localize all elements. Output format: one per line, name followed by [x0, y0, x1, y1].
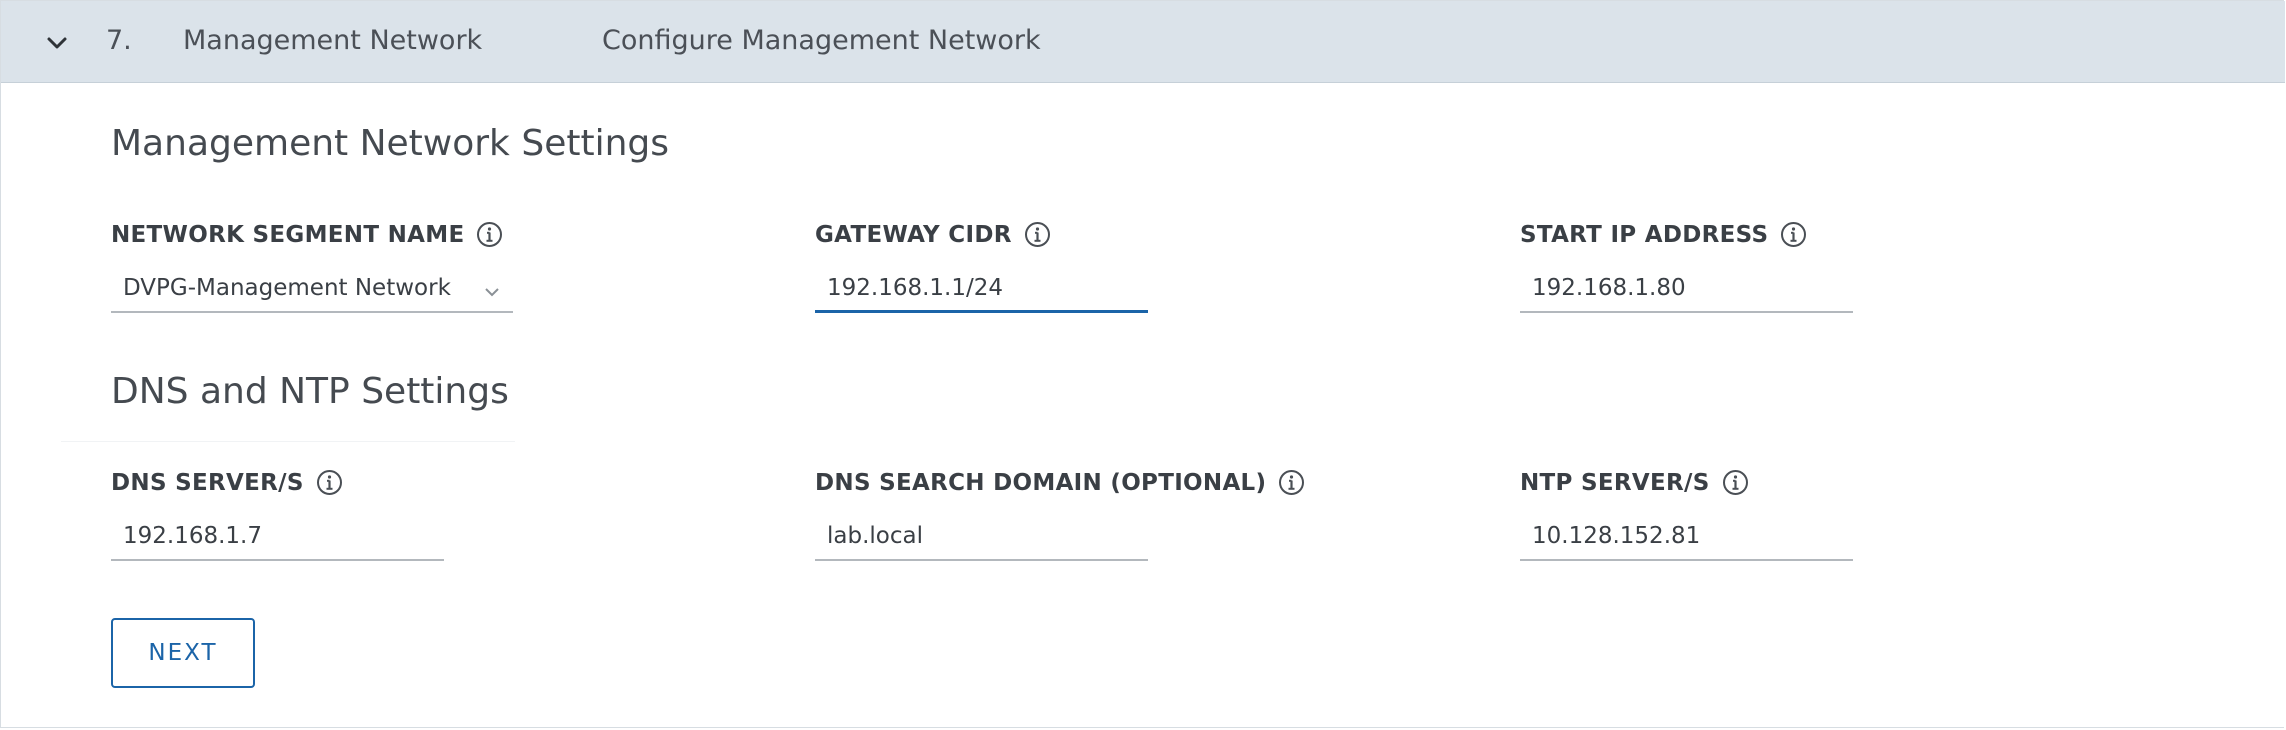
- dns-search-domain-field[interactable]: [815, 517, 1148, 561]
- step-number: 7.: [106, 25, 132, 56]
- gateway-cidr-input[interactable]: [827, 275, 1136, 301]
- start-ip-label: START IP ADDRESS: [1520, 221, 1807, 248]
- dns-ntp-settings-title: DNS and NTP Settings: [111, 371, 509, 412]
- step-panel: 7. Management Network Configure Manageme…: [0, 0, 2285, 728]
- dns-search-domain-label: DNS SEARCH DOMAIN (OPTIONAL): [815, 469, 1305, 496]
- ntp-servers-label: NTP SERVER/S: [1520, 469, 1749, 496]
- management-settings-title: Management Network Settings: [111, 123, 669, 164]
- dns-servers-input[interactable]: [123, 523, 432, 549]
- network-segment-value: DVPG-Management Network: [123, 275, 451, 301]
- start-ip-field[interactable]: [1520, 269, 1853, 313]
- ntp-servers-label-text: NTP SERVER/S: [1520, 469, 1710, 496]
- dns-servers-field[interactable]: [111, 517, 444, 561]
- dns-servers-label: DNS SERVER/S: [111, 469, 343, 496]
- step-header[interactable]: 7. Management Network Configure Manageme…: [1, 1, 2285, 83]
- info-icon[interactable]: [1024, 221, 1051, 248]
- info-icon[interactable]: [1278, 469, 1305, 496]
- gateway-cidr-label: GATEWAY CIDR: [815, 221, 1051, 248]
- info-icon[interactable]: [476, 221, 503, 248]
- dns-servers-label-text: DNS SERVER/S: [111, 469, 304, 496]
- next-button[interactable]: NEXT: [111, 618, 255, 688]
- gateway-cidr-label-text: GATEWAY CIDR: [815, 221, 1012, 248]
- step-description: Configure Management Network: [602, 25, 1041, 56]
- ntp-servers-field[interactable]: [1520, 517, 1853, 561]
- start-ip-input[interactable]: [1532, 275, 1841, 301]
- caret-down-icon: [485, 288, 499, 297]
- info-icon[interactable]: [1780, 221, 1807, 248]
- section-divider: [61, 441, 515, 442]
- ntp-servers-input[interactable]: [1532, 523, 1841, 549]
- dns-search-domain-label-text: DNS SEARCH DOMAIN (OPTIONAL): [815, 469, 1267, 496]
- step-title: Management Network: [183, 25, 483, 56]
- start-ip-label-text: START IP ADDRESS: [1520, 221, 1769, 248]
- network-segment-label-text: NETWORK SEGMENT NAME: [111, 221, 465, 248]
- info-icon[interactable]: [1722, 469, 1749, 496]
- gateway-cidr-field[interactable]: [815, 269, 1148, 313]
- chevron-down-icon[interactable]: [43, 29, 71, 57]
- network-segment-select[interactable]: DVPG-Management Network: [111, 269, 513, 313]
- info-icon[interactable]: [316, 469, 343, 496]
- dns-search-domain-input[interactable]: [827, 523, 1136, 549]
- network-segment-label: NETWORK SEGMENT NAME: [111, 221, 503, 248]
